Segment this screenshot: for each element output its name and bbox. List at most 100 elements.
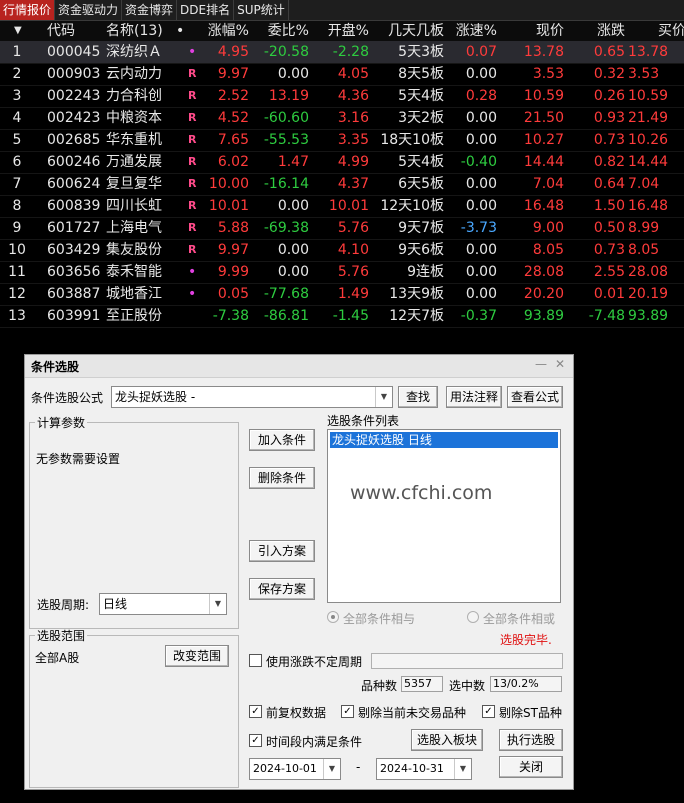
excl-st-checkbox[interactable]: ✓ bbox=[482, 705, 495, 718]
table-row[interactable]: 7 600624 复旦复华 R 10.00 -16.14 4.37 6天5板 0.00 7.04 0… bbox=[0, 173, 684, 196]
tab-dde-rank[interactable]: DDE排名 bbox=[177, 0, 235, 20]
col-price[interactable]: 现价 bbox=[500, 21, 564, 41]
price: 10.59 bbox=[523, 88, 564, 104]
change-pct: 4.95 bbox=[217, 44, 249, 60]
table-row[interactable]: 8 600839 四川长虹 R 10.01 0.00 10.01 12天10板 0.00 16.4… bbox=[0, 195, 684, 218]
adj-data-checkbox[interactable]: ✓ bbox=[249, 705, 262, 718]
commit-ratio: 0.00 bbox=[277, 66, 309, 82]
condition-list[interactable]: 龙头捉妖选股 日线 bbox=[327, 429, 561, 603]
table-row[interactable]: 13 603991 至正股份 -7.38 -86.81 -1.45 12天7板 -0.37 93… bbox=[0, 305, 684, 328]
change: 0.82 bbox=[593, 154, 625, 170]
col-change-pct[interactable]: 涨幅% bbox=[196, 21, 249, 41]
period-select[interactable]: 日线 ▼ bbox=[99, 593, 227, 615]
table-row[interactable]: 12 603887 城地香江 • 0.05 -77.68 1.49 13天9板 0.00 20.2… bbox=[0, 283, 684, 306]
row-number: 6 bbox=[12, 154, 22, 170]
stock-name: 集友股份 bbox=[106, 242, 162, 258]
excl-untraded-checkbox[interactable]: ✓ bbox=[341, 705, 354, 718]
chevron-down-icon[interactable]: ▼ bbox=[209, 594, 226, 614]
col-dot: • bbox=[176, 23, 185, 39]
change: 0.93 bbox=[593, 110, 625, 126]
tab-fund-game[interactable]: 资金博弈 bbox=[122, 0, 178, 20]
change-pct: 0.05 bbox=[217, 286, 249, 302]
price: 20.20 bbox=[523, 286, 564, 302]
table-row[interactable]: 4 002423 中粮资本 R 4.52 -60.60 3.16 3天2板 0.00 21.50 0… bbox=[0, 107, 684, 130]
open-pct: 5.76 bbox=[337, 264, 369, 280]
chevron-down-icon[interactable]: ▼ bbox=[323, 759, 340, 779]
change: 0.64 bbox=[593, 176, 625, 192]
open-pct: 1.49 bbox=[337, 286, 369, 302]
change-pct: 9.97 bbox=[217, 242, 249, 258]
add-condition-button[interactable]: 加入条件 bbox=[249, 429, 315, 451]
row-number: 12 bbox=[8, 286, 26, 302]
table-row[interactable]: 2 000903 云内动力 R 9.97 0.00 4.05 8天5板 0.00 3.53 0.32… bbox=[0, 63, 684, 86]
chevron-down-icon[interactable]: ▼ bbox=[375, 387, 392, 407]
change: 0.50 bbox=[593, 220, 625, 236]
formula-select[interactable]: 龙头捉妖选股 - ▼ bbox=[111, 386, 393, 408]
speed: 0.00 bbox=[465, 66, 497, 82]
col-open-pct[interactable]: 开盘% bbox=[312, 21, 369, 41]
table-row[interactable]: 5 002685 华东重机 R 7.65 -55.53 3.35 18天10板 0.00 10.2… bbox=[0, 129, 684, 152]
excl-untraded-label: 剔除当前未交易品种 bbox=[358, 706, 467, 720]
condition-select-dialog: 条件选股 — ✕ 条件选股公式 龙头捉妖选股 - ▼ 查找 用法注释 查看公式 … bbox=[24, 354, 574, 790]
table-row[interactable]: 11 603656 泰禾智能 • 9.99 0.00 5.76 9连板 0.00 28.08 2.5… bbox=[0, 261, 684, 284]
close-button[interactable]: 关闭 bbox=[499, 756, 563, 778]
tab-fund-drive[interactable]: 资金驱动力 bbox=[55, 0, 123, 20]
change-pct: 2.52 bbox=[217, 88, 249, 104]
formula-value: 龙头捉妖选股 - bbox=[115, 390, 196, 404]
condition-list-item[interactable]: 龙头捉妖选股 日线 bbox=[330, 432, 558, 448]
streak: 5天4板 bbox=[398, 88, 444, 104]
use-period-checkbox[interactable] bbox=[249, 654, 262, 667]
change-pct: 5.88 bbox=[217, 220, 249, 236]
progress-bar bbox=[371, 653, 563, 669]
tab-quotes[interactable]: 行情报价 bbox=[0, 0, 56, 20]
count-value: 5357 bbox=[401, 676, 443, 692]
table-header: ▼ 代码 名称(13) • 涨幅% 委比% 开盘% 几天几板 涨速% 现价 涨跌… bbox=[0, 21, 684, 41]
streak: 9天6板 bbox=[398, 242, 444, 258]
col-code[interactable]: 代码 bbox=[47, 21, 75, 41]
row-number: 10 bbox=[8, 242, 26, 258]
minimize-icon[interactable]: — bbox=[535, 357, 547, 371]
date-from-select[interactable]: 2024-10-01 ▼ bbox=[249, 758, 341, 780]
speed: 0.00 bbox=[465, 286, 497, 302]
col-commit-ratio[interactable]: 委比% bbox=[252, 21, 309, 41]
radio-or[interactable] bbox=[467, 611, 479, 623]
table-row[interactable]: 9 601727 上海电气 R 5.88 -69.38 5.76 9天7板 -3.73 9.00 0… bbox=[0, 217, 684, 240]
change-range-button[interactable]: 改变范围 bbox=[165, 645, 229, 667]
bid-price: 13.78 bbox=[628, 44, 669, 60]
table-row[interactable]: 1 000045 深纺织Ａ • 4.95 -20.58 -2.28 5天3板 0.07 13.78… bbox=[0, 41, 684, 64]
col-change[interactable]: 涨跌 bbox=[567, 21, 625, 41]
speed: 0.00 bbox=[465, 132, 497, 148]
col-streak[interactable]: 几天几板 bbox=[372, 21, 444, 41]
change-pct: 6.02 bbox=[217, 154, 249, 170]
bid-price: 10.26 bbox=[628, 132, 669, 148]
stock-name: 万通发展 bbox=[106, 154, 162, 170]
tab-sup-stats[interactable]: SUP统计 bbox=[234, 0, 289, 20]
delete-condition-button[interactable]: 删除条件 bbox=[249, 467, 315, 489]
stock-name: 中粮资本 bbox=[106, 110, 162, 126]
speed: 0.00 bbox=[465, 198, 497, 214]
sort-arrow-icon[interactable]: ▼ bbox=[14, 21, 22, 41]
close-icon[interactable]: ✕ bbox=[555, 357, 565, 371]
stock-code: 600624 bbox=[47, 176, 101, 192]
no-params-text: 无参数需要设置 bbox=[36, 452, 121, 466]
table-row[interactable]: 3 002243 力合科创 R 2.52 13.19 4.36 5天4板 0.28 10.59 0.… bbox=[0, 85, 684, 108]
table-row[interactable]: 10 603429 集友股份 R 9.97 0.00 4.10 9天6板 0.00 8.05 0.7… bbox=[0, 239, 684, 262]
execute-button[interactable]: 执行选股 bbox=[499, 729, 563, 751]
col-name[interactable]: 名称(13) bbox=[106, 21, 163, 41]
usage-button[interactable]: 用法注释 bbox=[446, 386, 502, 408]
to-board-button[interactable]: 选股入板块 bbox=[411, 729, 483, 751]
col-bid[interactable]: 买价 bbox=[658, 21, 684, 41]
speed: 0.28 bbox=[465, 88, 497, 104]
col-speed[interactable]: 涨速% bbox=[447, 21, 497, 41]
chevron-down-icon[interactable]: ▼ bbox=[454, 759, 471, 779]
view-formula-button[interactable]: 查看公式 bbox=[507, 386, 563, 408]
save-scheme-button[interactable]: 保存方案 bbox=[249, 578, 315, 600]
radio-and[interactable] bbox=[327, 611, 339, 623]
time-cond-checkbox[interactable]: ✓ bbox=[249, 734, 262, 747]
bid-price: 20.19 bbox=[628, 286, 669, 302]
import-scheme-button[interactable]: 引入方案 bbox=[249, 540, 315, 562]
date-to-select[interactable]: 2024-10-31 ▼ bbox=[376, 758, 472, 780]
stock-code: 002243 bbox=[47, 88, 101, 104]
table-row[interactable]: 6 600246 万通发展 R 6.02 1.47 4.99 5天4板 -0.40 14.44 0.… bbox=[0, 151, 684, 174]
find-button[interactable]: 查找 bbox=[398, 386, 438, 408]
